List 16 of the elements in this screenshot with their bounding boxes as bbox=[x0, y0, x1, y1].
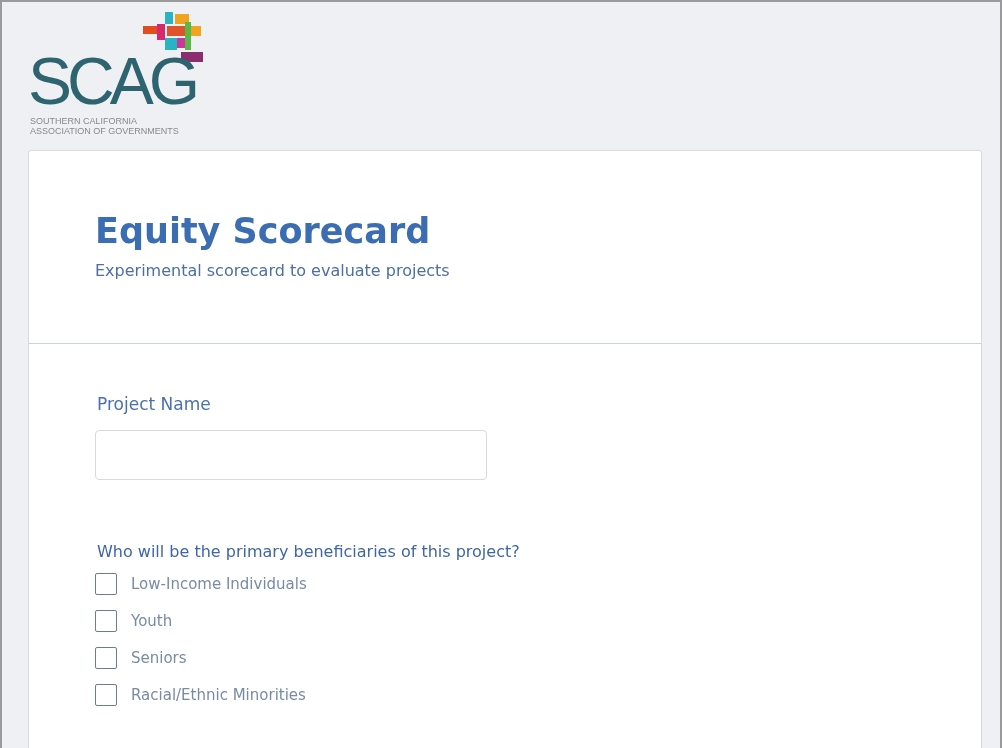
logo-tagline: SOUTHERN CALIFORNIA bbox=[30, 116, 138, 126]
checkbox[interactable] bbox=[95, 684, 117, 706]
checkbox[interactable] bbox=[95, 610, 117, 632]
option-label: Seniors bbox=[131, 649, 187, 667]
checkbox[interactable] bbox=[95, 573, 117, 595]
option-label: Low-Income Individuals bbox=[131, 575, 307, 593]
option-label: Youth bbox=[131, 612, 173, 630]
form-title: Equity Scorecard bbox=[95, 210, 432, 253]
logo-tagline: ASSOCIATION OF GOVERNMENTS bbox=[30, 126, 179, 136]
option-label: Racial/Ethnic Minorities bbox=[131, 686, 306, 704]
form-subtitle: Experimental scorecard to evaluate projects bbox=[95, 261, 451, 280]
project-name-field[interactable] bbox=[95, 430, 487, 480]
question-label: Who will be the primary beneficiaries of this project? bbox=[96, 542, 521, 561]
checkbox[interactable] bbox=[95, 647, 117, 669]
logo-wordmark: SCAG bbox=[28, 48, 196, 114]
field-label: Project Name bbox=[96, 394, 212, 414]
